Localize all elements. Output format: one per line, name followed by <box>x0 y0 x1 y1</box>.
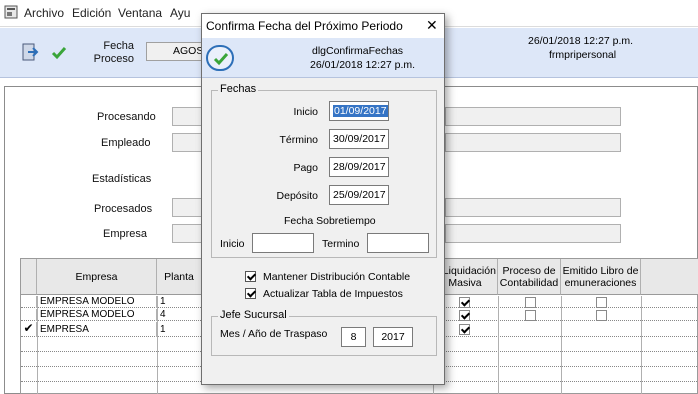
grid-divider <box>37 296 38 394</box>
cell-contabilidad-checkbox[interactable] <box>525 310 536 321</box>
empleado-label: Empleado <box>101 137 151 149</box>
procesados-field <box>172 198 202 217</box>
cell-liquidacion-checkbox[interactable] <box>459 324 470 335</box>
cell-contabilidad-checkbox[interactable] <box>525 297 536 308</box>
cell-planta: 1 <box>157 296 202 308</box>
cell-planta: 4 <box>157 309 202 321</box>
cell-libro-checkbox[interactable] <box>596 297 607 308</box>
dialog-title: Confirma Fecha del Próximo Periodo <box>206 19 403 33</box>
mes-traspaso-input[interactable]: 8 <box>341 327 366 347</box>
jefe-sucursal-group-title: Jefe Sucursal <box>218 309 289 321</box>
pago-label: Pago <box>293 162 318 174</box>
dialog-titlebar[interactable]: Confirma Fecha del Próximo Periodo ✕ <box>202 14 444 38</box>
fecha-proceso-field[interactable]: AGOST <box>146 42 210 61</box>
estadisticas-label: Estadísticas <box>92 173 152 185</box>
row-selector-header <box>21 259 37 295</box>
anio-traspaso-input[interactable]: 2017 <box>373 327 413 347</box>
col-header-empty <box>641 259 698 295</box>
dialog-datetime: 26/01/2018 12:27 p.m. <box>310 59 416 71</box>
deposito-input[interactable]: 25/09/2017 <box>329 185 389 205</box>
jefe-sucursal-group: Jefe Sucursal Mes / Año de Traspaso 8 20… <box>211 309 437 356</box>
form-name: frmpripersonal <box>549 49 617 61</box>
confirm-check-icon[interactable] <box>50 44 68 62</box>
grid-divider <box>498 296 499 394</box>
traspaso-label: Mes / Año de Traspaso <box>220 328 328 340</box>
actualizar-impuestos-checkbox[interactable] <box>245 288 256 299</box>
mantener-distribucion-checkbox[interactable] <box>245 271 256 282</box>
fechas-group-title: Fechas <box>218 83 259 95</box>
st-inicio-input[interactable] <box>252 233 314 253</box>
procesando-label: Procesando <box>97 111 156 123</box>
proceso-label: Proceso <box>93 53 134 65</box>
col-header-planta[interactable]: Planta <box>157 259 202 295</box>
confirm-button[interactable] <box>206 45 234 71</box>
col-header-libro[interactable]: Emitido Libro de emuneraciones <box>561 259 641 295</box>
row-selector[interactable] <box>21 309 37 321</box>
procesando-field-right <box>445 107 621 126</box>
empresa-field-right <box>445 224 621 243</box>
grid-divider <box>561 296 562 394</box>
col-header-contabilidad[interactable]: Proceso de Contabilidad <box>498 259 561 295</box>
inicio-input[interactable]: 01/09/2017 <box>329 101 389 121</box>
grid-divider <box>157 296 158 394</box>
dialog-form-name: dlgConfirmaFechas <box>312 45 404 57</box>
fecha-label: Fecha <box>103 40 134 52</box>
row-selected-check-icon[interactable]: ✔ <box>21 322 37 337</box>
fechas-group: Fechas Inicio 01/09/2017 Término 30/09/2… <box>211 83 437 258</box>
close-icon[interactable]: ✕ <box>426 17 438 34</box>
menu-ayuda[interactable]: Ayu <box>170 6 190 20</box>
cell-empresa: EMPRESA MODELO <box>37 296 157 308</box>
cell-liquidacion-checkbox[interactable] <box>459 297 470 308</box>
procesados-label: Procesados <box>94 203 153 215</box>
menu-ventana[interactable]: Ventana <box>118 6 162 20</box>
pago-input[interactable]: 28/09/2017 <box>329 157 389 177</box>
sobretiempo-label: Fecha Sobretiempo <box>284 215 376 227</box>
empresa-field <box>172 224 202 243</box>
st-inicio-label: Inicio <box>220 238 245 250</box>
grid-divider <box>641 296 642 394</box>
row-selector[interactable] <box>21 296 37 308</box>
exit-icon[interactable] <box>20 42 40 62</box>
empleado-field-right <box>445 133 621 152</box>
deposito-label: Depósito <box>276 190 318 202</box>
empleado-field <box>172 133 202 152</box>
cell-planta: 1 <box>157 322 202 337</box>
toolbar-datetime: 26/01/2018 12:27 p.m. <box>528 35 634 47</box>
cell-libro-checkbox[interactable] <box>596 310 607 321</box>
st-termino-label: Termino <box>322 238 360 250</box>
confirma-fecha-dialog: Confirma Fecha del Próximo Periodo ✕ dlg… <box>201 13 445 385</box>
empresa-label: Empresa <box>103 228 148 240</box>
app-icon[interactable] <box>4 5 18 19</box>
st-termino-input[interactable] <box>367 233 429 253</box>
cell-liquidacion-checkbox[interactable] <box>459 310 470 321</box>
cell-empresa: EMPRESA MODELO <box>37 309 157 321</box>
menu-edicion[interactable]: Edición <box>72 6 111 20</box>
confirm-check-icon <box>213 51 229 67</box>
menu-archivo[interactable]: Archivo <box>24 6 64 20</box>
inicio-label: Inicio <box>293 106 318 118</box>
actualizar-impuestos-label[interactable]: Actualizar Tabla de Impuestos <box>263 288 403 300</box>
procesando-field <box>172 107 202 126</box>
cell-empresa: EMPRESA <box>37 322 157 337</box>
termino-input[interactable]: 30/09/2017 <box>329 129 389 149</box>
dialog-header: dlgConfirmaFechas 26/01/2018 12:27 p.m. <box>202 38 444 78</box>
termino-label: Término <box>279 134 318 146</box>
procesados-field-right <box>445 198 621 217</box>
mantener-distribucion-label[interactable]: Mantener Distribución Contable <box>263 271 410 283</box>
inicio-value: 01/09/2017 <box>333 105 388 117</box>
col-header-empresa[interactable]: Empresa <box>37 259 157 295</box>
